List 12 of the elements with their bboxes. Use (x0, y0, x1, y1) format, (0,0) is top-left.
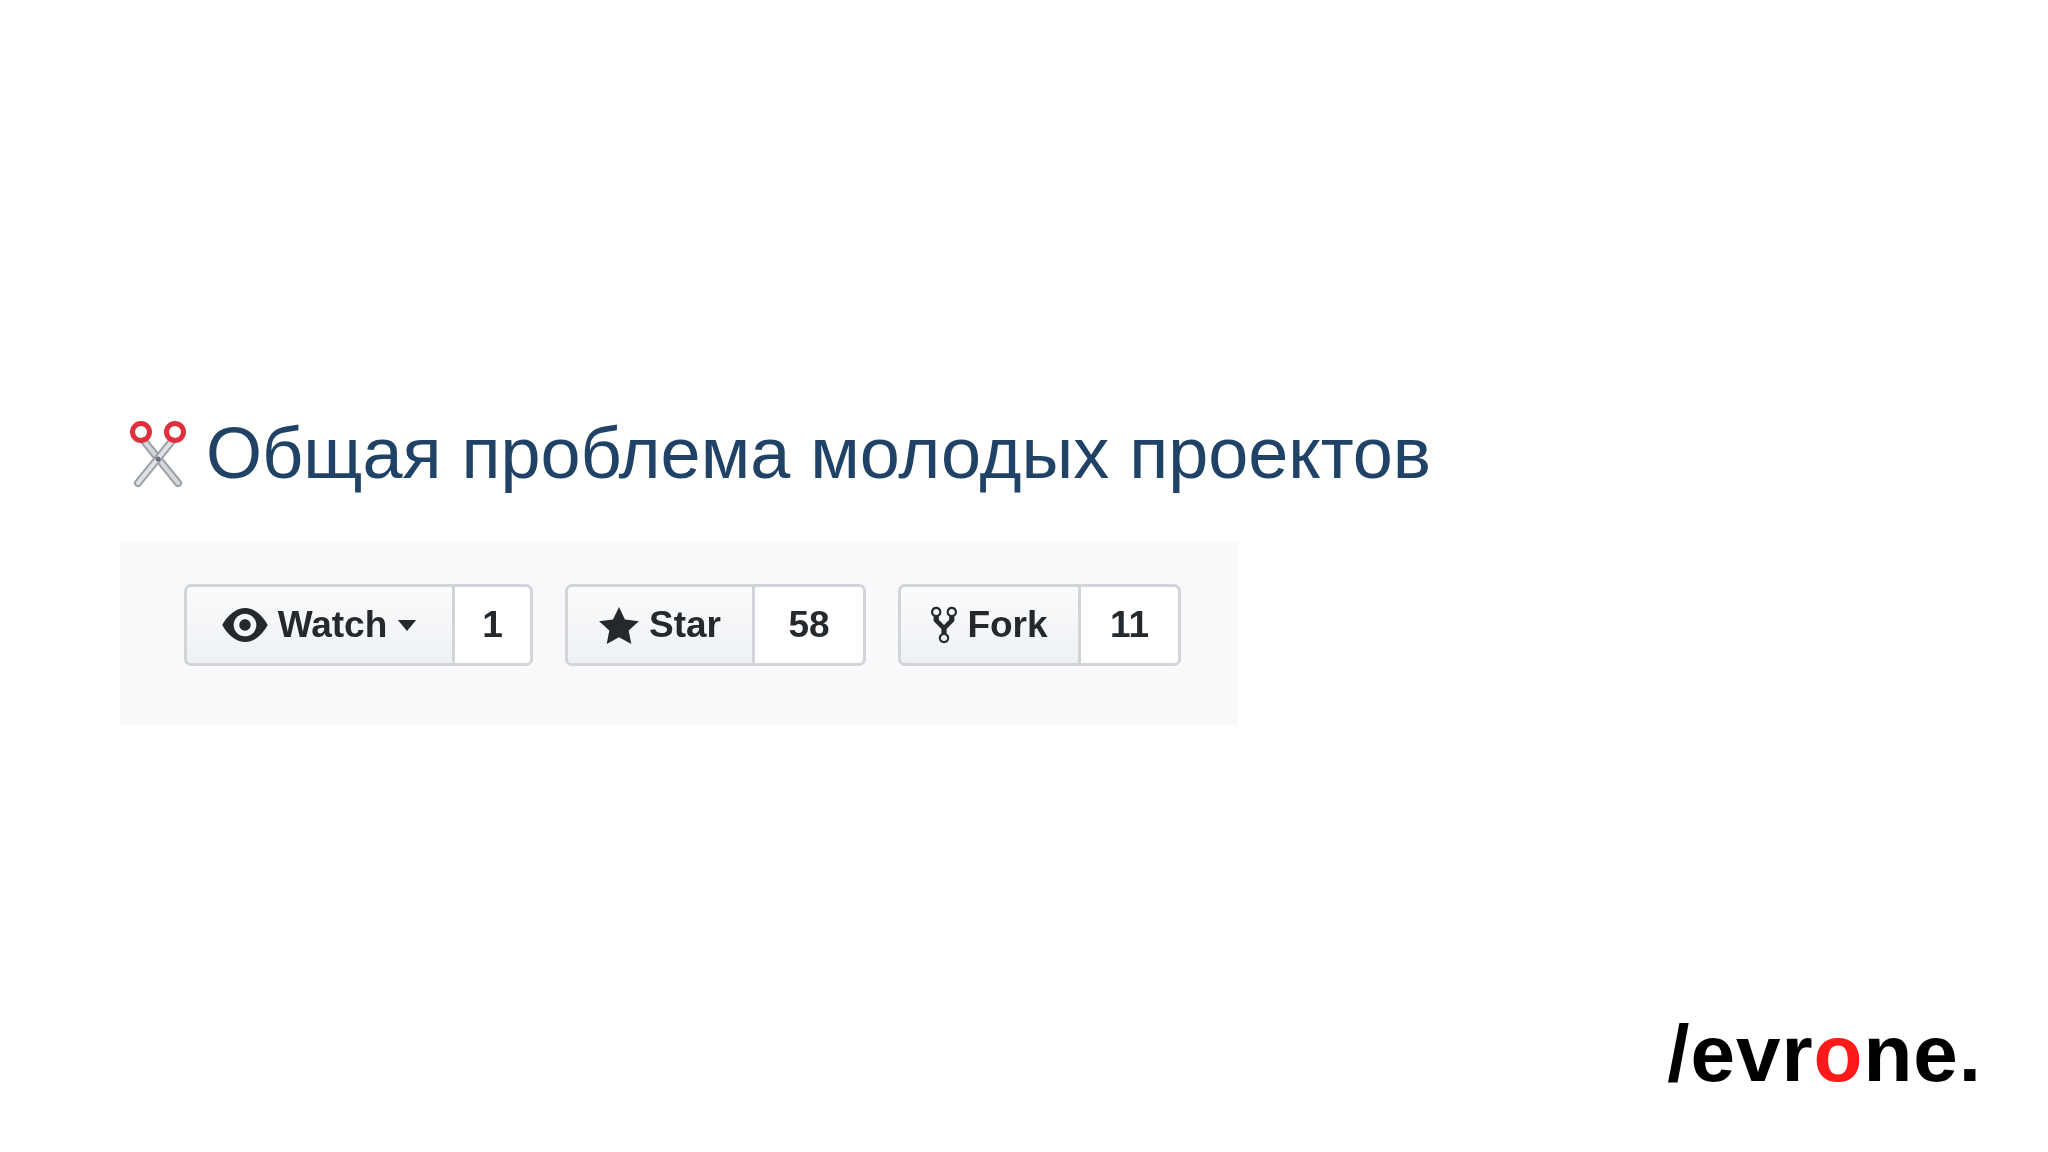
fork-icon (931, 605, 958, 645)
company-logo: /evrone. (1667, 1009, 1982, 1098)
star-icon (599, 606, 639, 644)
caret-icon (397, 619, 418, 631)
scissors-icon (128, 419, 188, 487)
fork-button[interactable]: Fork (898, 584, 1081, 666)
count-link[interactable]: 11 (1081, 584, 1181, 666)
count-link[interactable]: 1 (455, 584, 533, 666)
watch-button[interactable]: Watch (184, 584, 455, 666)
eye-icon (221, 608, 268, 642)
star-button[interactable]: Star (565, 584, 755, 666)
count-link[interactable]: 58 (755, 584, 866, 666)
